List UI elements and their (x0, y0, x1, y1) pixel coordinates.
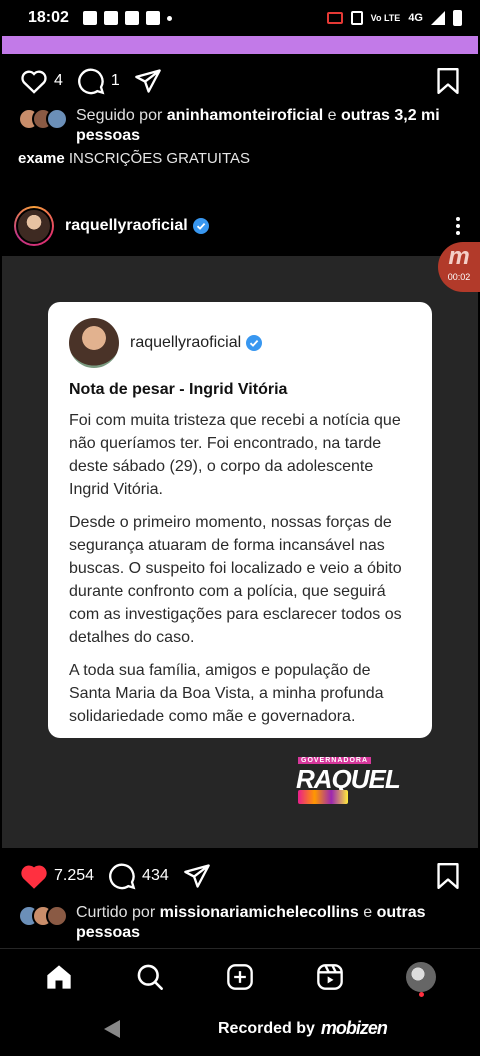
verified-icon (246, 335, 263, 351)
comment-count: 1 (110, 72, 120, 89)
network-type: 4G (408, 12, 423, 24)
post-username[interactable]: raquellyraoficial (65, 217, 188, 235)
followed-middle: e (323, 107, 341, 124)
liked-middle: e (358, 904, 377, 921)
like-button[interactable] (20, 863, 48, 889)
card-title: Nota de pesar - Ingrid Vitória (69, 381, 288, 398)
profile-avatar (405, 961, 436, 992)
previous-post-bottom (2, 36, 478, 54)
followed-by[interactable]: Seguido por aninhamonteiroficial e outra… (18, 106, 462, 146)
comment-button[interactable] (108, 862, 136, 890)
bottom-nav (0, 948, 480, 1004)
send-icon (134, 69, 161, 93)
reels-icon (317, 963, 344, 990)
card-paragraph: Desde o primeiro momento, nossas forças … (69, 514, 402, 646)
nav-profile[interactable] (397, 953, 445, 1001)
app-notification-icon (124, 11, 139, 25)
add-post-icon (227, 963, 253, 990)
like-count[interactable]: 7.254 (54, 867, 94, 885)
follower-avatars (18, 108, 68, 146)
statement-card: raquellyraoficial Nota de pesar - Ingrid… (48, 302, 432, 738)
followed-user[interactable]: aninhamonteiroficial (167, 107, 323, 124)
caption-user[interactable]: exame (18, 150, 65, 167)
save-button[interactable] (436, 863, 460, 889)
previous-post-actions: 4 1 (0, 61, 480, 101)
card-username: raquellyraoficial (130, 334, 242, 351)
post-header: raquellyraoficial (14, 205, 466, 247)
bookmark-icon (437, 863, 459, 889)
card-paragraph: A toda sua família, amigos e população d… (69, 662, 384, 725)
system-nav-bar: Recorded by mobizen (0, 1004, 480, 1056)
governadora-raquel-logo: GOVERNADORA RAQUEL (294, 756, 412, 806)
vibrate-icon (350, 11, 363, 25)
nav-reels[interactable] (306, 953, 354, 1001)
signal-icon (431, 11, 445, 25)
recorder-watermark: Recorded by mobizen (218, 1018, 388, 1038)
nav-search[interactable] (126, 953, 174, 1001)
heart-icon (21, 70, 47, 94)
avatar (46, 108, 68, 130)
screen-record-icon (326, 12, 343, 24)
card-avatar (69, 318, 119, 368)
heart-filled-icon (21, 865, 47, 889)
caption-text: INSCRIÇÕES GRATUITAS (68, 150, 251, 167)
status-time: 18:02 (28, 9, 69, 26)
recording-time: 00:02 (447, 272, 471, 282)
home-icon (47, 964, 71, 989)
liked-user[interactable]: missionariamichelecollins (160, 904, 359, 921)
recorder-bubble[interactable]: m 00:02 (438, 242, 480, 292)
facebook-icon (82, 11, 97, 25)
search-icon (137, 964, 163, 990)
liked-by[interactable]: Curtido por missionariamichelecollins e … (18, 903, 462, 943)
comment-count[interactable]: 434 (142, 867, 169, 885)
previous-caption: exame INSCRIÇÕES GRATUITAS (18, 150, 250, 167)
share-button[interactable] (134, 68, 162, 94)
save-button[interactable] (436, 68, 460, 94)
story-avatar[interactable] (14, 206, 54, 246)
post-actions: 7.254 434 (0, 856, 480, 896)
comment-icon (77, 68, 105, 95)
post-image[interactable]: raquellyraoficial Nota de pesar - Ingrid… (2, 256, 478, 848)
like-button[interactable] (20, 68, 48, 94)
bookmark-icon (437, 68, 459, 94)
battery-icon (453, 10, 462, 26)
verified-icon (192, 218, 209, 234)
more-notifications-icon (166, 15, 172, 21)
nav-home[interactable] (35, 953, 83, 1001)
status-bar: 18:02 Vo LTE 4G (0, 0, 480, 36)
nav-create[interactable] (216, 953, 264, 1001)
share-button[interactable] (183, 863, 211, 889)
liker-avatars (18, 905, 68, 943)
card-paragraph: Foi com muita tristeza que recebi a notí… (69, 412, 401, 498)
volte-indicator: Vo LTE (370, 12, 401, 23)
back-icon[interactable] (104, 1020, 120, 1038)
liked-prefix: Curtido por (76, 904, 160, 921)
avatar (46, 905, 68, 927)
comment-icon (109, 863, 136, 890)
send-icon (183, 864, 210, 888)
notification-dot (418, 991, 424, 997)
like-count: 4 (54, 72, 63, 89)
facebook-icon (103, 11, 118, 25)
facebook-icon (145, 11, 160, 25)
followed-prefix: Seguido por (76, 107, 167, 124)
notification-icons (82, 11, 172, 25)
more-options-icon[interactable] (456, 217, 460, 235)
comment-button[interactable] (77, 67, 105, 95)
